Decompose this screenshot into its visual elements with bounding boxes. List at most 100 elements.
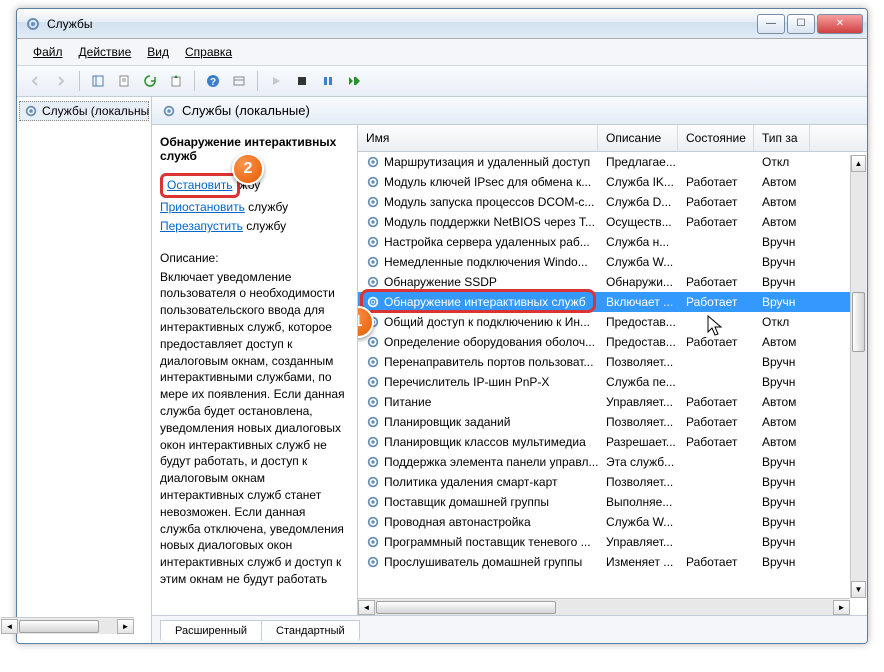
service-row[interactable]: ПитаниеУправляет...РаботаетАвтом xyxy=(358,392,867,412)
service-row[interactable]: Определение оборудования оболоч...Предос… xyxy=(358,332,867,352)
menu-file[interactable]: Файл xyxy=(25,43,71,61)
restart-link[interactable]: Перезапустить xyxy=(160,219,243,233)
gear-icon xyxy=(366,155,380,169)
service-row[interactable]: Маршрутизация и удаленный доступПредлага… xyxy=(358,152,867,172)
export-button[interactable] xyxy=(164,70,188,92)
col-state[interactable]: Состояние xyxy=(678,125,754,151)
maximize-button[interactable]: ☐ xyxy=(787,14,815,34)
service-startup: Вручн xyxy=(760,495,816,509)
service-row[interactable]: Модуль ключей IPsec для обмена к... Служб… xyxy=(358,172,867,192)
show-hide-action-button[interactable] xyxy=(227,70,251,92)
service-list: Имя Описание Состояние Тип за Маршрутиза… xyxy=(357,125,867,615)
service-row[interactable]: Модуль запуска процессов DCOM-с...Служба… xyxy=(358,192,867,212)
start-service-button xyxy=(264,70,288,92)
pause-link[interactable]: Приостановить xyxy=(160,200,245,214)
service-row[interactable]: Проводная автонастройкаСлужба W...Вручн xyxy=(358,512,867,532)
col-description[interactable]: Описание xyxy=(598,125,678,151)
refresh-button[interactable] xyxy=(138,70,162,92)
service-row[interactable]: Поддержка элемента панели управл...Эта с… xyxy=(358,452,867,472)
service-row[interactable]: Настройка сервера удаленных раб...Служба… xyxy=(358,232,867,252)
service-row[interactable]: Планировщик заданийПозволяет...РаботаетА… xyxy=(358,412,867,432)
svg-text:?: ? xyxy=(210,77,216,88)
service-state: Работает xyxy=(684,195,760,209)
service-state: Работает xyxy=(684,435,760,449)
service-name: Модуль ключей IPsec для обмена к... xyxy=(384,175,591,189)
gear-icon xyxy=(366,195,380,209)
stop-service-button[interactable] xyxy=(290,70,314,92)
menu-help[interactable]: Справка xyxy=(177,43,240,61)
toolbar: ? xyxy=(17,66,867,97)
service-row[interactable]: Программный поставщик теневого ...Управл… xyxy=(358,532,867,552)
service-desc: Осуществ... xyxy=(604,215,684,229)
show-hide-tree-button[interactable] xyxy=(86,70,110,92)
gear-icon xyxy=(366,535,380,549)
vertical-scrollbar[interactable]: ▲▼ xyxy=(850,155,867,598)
gear-icon xyxy=(366,375,380,389)
service-name: Поставщик домашней группы xyxy=(384,495,549,509)
tree-hscroll[interactable]: ◄► xyxy=(17,617,134,634)
service-desc: Служба пе... xyxy=(604,375,684,389)
service-startup: Вручн xyxy=(760,515,816,529)
gear-icon xyxy=(162,104,176,118)
col-name[interactable]: Имя xyxy=(358,125,598,151)
menu-action[interactable]: Действие xyxy=(71,43,140,61)
service-state: Работает xyxy=(684,415,760,429)
tree-icon xyxy=(91,74,105,88)
service-row[interactable]: Политика удаления смарт-карт Позволяет...… xyxy=(358,472,867,492)
service-name: Обнаружение SSDP xyxy=(384,275,497,289)
horizontal-scrollbar[interactable]: ◄► xyxy=(358,598,850,615)
tab-extended[interactable]: Расширенный xyxy=(160,620,262,641)
gear-icon xyxy=(366,475,380,489)
restart-service-button[interactable] xyxy=(342,70,366,92)
service-name: Общий доступ к подключению к Ин... xyxy=(384,315,590,329)
menubar: Файл Действие Вид Справка xyxy=(17,39,867,66)
service-startup: Откл xyxy=(760,315,816,329)
service-row[interactable]: Поставщик домашней группыВыполняе...Вруч… xyxy=(358,492,867,512)
service-row[interactable]: Общий доступ к подключению к Ин...Предос… xyxy=(358,312,867,332)
gear-icon xyxy=(366,355,380,369)
service-name: Политика удаления смарт-карт xyxy=(384,475,558,489)
service-row[interactable]: Планировщик классов мультимедиаРазрешает… xyxy=(358,432,867,452)
service-desc: Разрешает... xyxy=(604,435,684,449)
service-state: Работает xyxy=(684,335,760,349)
service-row[interactable]: Модуль поддержки NetBIOS через T...Осуще… xyxy=(358,212,867,232)
service-startup: Автом xyxy=(760,435,816,449)
service-desc: Позволяет... xyxy=(604,475,684,489)
help-button[interactable]: ? xyxy=(201,70,225,92)
tab-standard[interactable]: Стандартный xyxy=(261,620,360,641)
minimize-button[interactable]: — xyxy=(757,14,785,34)
gear-icon xyxy=(24,104,38,118)
service-desc: Позволяет... xyxy=(604,415,684,429)
service-state: Работает xyxy=(684,175,760,189)
service-startup: Вручн xyxy=(760,255,816,269)
close-button[interactable]: ✕ xyxy=(817,14,863,34)
tree-node-services-local[interactable]: Службы (локальны xyxy=(19,101,149,121)
service-row[interactable]: Перенаправитель портов пользоват...Позво… xyxy=(358,352,867,372)
list-headers: Имя Описание Состояние Тип за xyxy=(358,125,867,152)
col-startup[interactable]: Тип за xyxy=(754,125,810,151)
titlebar[interactable]: Службы — ☐ ✕ xyxy=(17,9,867,39)
service-name: Планировщик заданий xyxy=(384,415,510,429)
service-name: Перечислитель IP-шин PnP-X xyxy=(384,375,549,389)
properties-button[interactable] xyxy=(112,70,136,92)
service-desc: Служба IK... xyxy=(604,175,684,189)
service-desc: Предлагае... xyxy=(604,155,684,169)
service-row[interactable]: Немедленные подключения Windo...Служба W… xyxy=(358,252,867,272)
stop-link[interactable]: Остановить xyxy=(167,178,233,192)
pause-service-button[interactable] xyxy=(316,70,340,92)
detail-pane: Обнаружение интерактивных служб Останови… xyxy=(152,125,357,615)
tree-node-label: Службы (локальны xyxy=(42,104,149,118)
service-state: Работает xyxy=(684,275,760,289)
service-startup: Откл xyxy=(760,155,816,169)
service-row[interactable]: Обнаружение SSDPОбнаружи...РаботаетВручн xyxy=(358,272,867,292)
service-startup: Автом xyxy=(760,395,816,409)
service-row[interactable]: Прослушиватель домашней группыИзменяет .… xyxy=(358,552,867,572)
service-desc: Управляет... xyxy=(604,395,684,409)
description-text: Включает уведомление пользователя о необ… xyxy=(160,269,349,588)
menu-view[interactable]: Вид xyxy=(139,43,177,61)
service-desc: Служба W... xyxy=(604,255,684,269)
service-row[interactable]: Обнаружение интерактивных службВключает … xyxy=(358,292,867,312)
service-row[interactable]: Перечислитель IP-шин PnP-XСлужба пе...Вр… xyxy=(358,372,867,392)
service-state: Работает xyxy=(684,555,760,569)
refresh-icon xyxy=(143,74,157,88)
